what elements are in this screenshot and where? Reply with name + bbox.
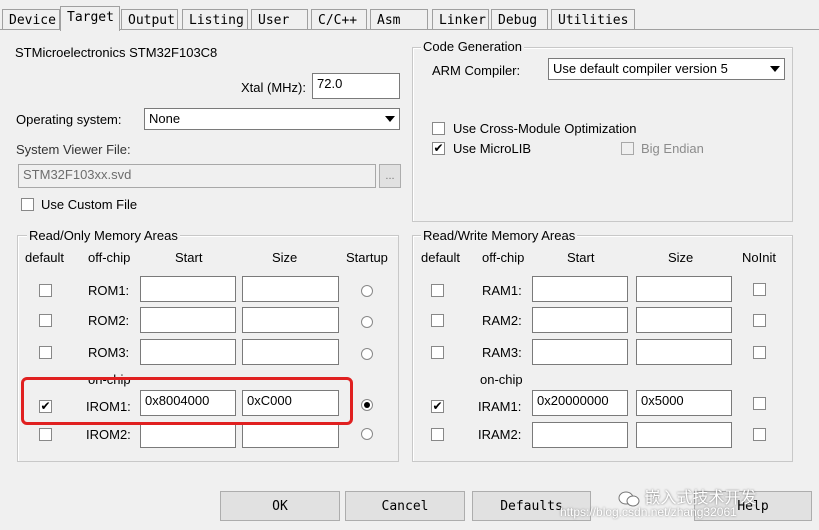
irom2-default-checkbox[interactable] bbox=[39, 428, 52, 441]
ram2-label: RAM2: bbox=[482, 313, 522, 328]
svd-label: System Viewer File: bbox=[16, 142, 131, 157]
watermark-url: https://blog.csdn.net/zhang32061 bbox=[560, 505, 737, 519]
rom3-start-input[interactable] bbox=[140, 339, 236, 365]
irom2-label: IROM2: bbox=[86, 427, 131, 442]
rw-header-offchip: off-chip bbox=[482, 250, 525, 265]
tab-target[interactable]: Target bbox=[60, 6, 120, 31]
arm-compiler-label: ARM Compiler: bbox=[432, 63, 521, 78]
microlib-checkbox[interactable]: ✔ bbox=[432, 142, 445, 155]
iram2-start-input[interactable] bbox=[532, 422, 628, 448]
rw-header-start: Start bbox=[567, 250, 595, 265]
rom1-label: ROM1: bbox=[88, 283, 130, 298]
iram2-default-checkbox[interactable] bbox=[431, 428, 444, 441]
cancel-button[interactable]: Cancel bbox=[345, 491, 465, 521]
os-value: None bbox=[149, 111, 181, 126]
rom3-size-input[interactable] bbox=[242, 339, 339, 365]
rom1-startup-radio[interactable] bbox=[361, 285, 373, 297]
cross-module-label: Use Cross-Module Optimization bbox=[453, 121, 637, 136]
xtal-label: Xtal (MHz): bbox=[241, 80, 306, 95]
rom2-label: ROM2: bbox=[88, 313, 130, 328]
tab-output[interactable]: Output bbox=[121, 9, 178, 30]
ram3-size-input[interactable] bbox=[636, 339, 732, 365]
iram2-size-input[interactable] bbox=[636, 422, 732, 448]
ram2-size-input[interactable] bbox=[636, 307, 732, 333]
iram1-label: IRAM1: bbox=[478, 399, 522, 414]
iram1-default-checkbox[interactable]: ✔ bbox=[431, 400, 444, 413]
irom2-start-input[interactable] bbox=[140, 422, 236, 448]
big-endian-label: Big Endian bbox=[641, 141, 704, 156]
rom3-label: ROM3: bbox=[88, 345, 130, 360]
ram3-label: RAM3: bbox=[482, 345, 522, 360]
tab-listing[interactable]: Listing bbox=[182, 9, 248, 30]
irom2-size-input[interactable] bbox=[242, 422, 339, 448]
iram2-label: IRAM2: bbox=[478, 427, 522, 442]
ram1-default-checkbox[interactable] bbox=[431, 284, 444, 297]
svd-browse-button[interactable]: ... bbox=[379, 164, 401, 188]
rw-memory-title: Read/Write Memory Areas bbox=[421, 228, 578, 243]
rom3-startup-radio[interactable] bbox=[361, 348, 373, 360]
code-generation-title: Code Generation bbox=[421, 39, 525, 54]
tab-debug[interactable]: Debug bbox=[491, 9, 548, 30]
tab-strip: Device Target Output Listing User C/C++ … bbox=[0, 6, 819, 31]
ro-header-offchip: off-chip bbox=[88, 250, 131, 265]
rom1-start-input[interactable] bbox=[140, 276, 236, 302]
tab-user[interactable]: User bbox=[251, 9, 308, 30]
ram1-size-input[interactable] bbox=[636, 276, 732, 302]
rw-header-default: default bbox=[421, 250, 461, 265]
rom3-default-checkbox[interactable] bbox=[39, 346, 52, 359]
ro-header-startup: Startup bbox=[346, 250, 388, 265]
iram1-noinit-checkbox[interactable] bbox=[753, 397, 766, 410]
os-label: Operating system: bbox=[16, 112, 122, 127]
rom2-startup-radio[interactable] bbox=[361, 316, 373, 328]
rw-header-noinit: NoInit bbox=[742, 250, 776, 265]
ro-memory-title: Read/Only Memory Areas bbox=[27, 228, 180, 243]
iram1-size-input[interactable]: 0x5000 bbox=[636, 390, 732, 416]
rom2-default-checkbox[interactable] bbox=[39, 314, 52, 327]
rom1-size-input[interactable] bbox=[242, 276, 339, 302]
ro-header-start: Start bbox=[175, 250, 203, 265]
ram3-noinit-checkbox[interactable] bbox=[753, 346, 766, 359]
tab-linker[interactable]: Linker bbox=[432, 9, 489, 30]
use-custom-file-checkbox[interactable] bbox=[21, 198, 34, 211]
big-endian-checkbox[interactable] bbox=[621, 142, 634, 155]
rw-onchip-label: on-chip bbox=[480, 372, 523, 387]
cross-module-checkbox[interactable] bbox=[432, 122, 445, 135]
tab-cpp[interactable]: C/C++ bbox=[311, 9, 367, 30]
ram2-start-input[interactable] bbox=[532, 307, 628, 333]
microlib-label: Use MicroLIB bbox=[453, 141, 532, 156]
ram3-start-input[interactable] bbox=[532, 339, 628, 365]
chevron-down-icon[interactable] bbox=[766, 60, 783, 78]
ram2-noinit-checkbox[interactable] bbox=[753, 314, 766, 327]
iram2-noinit-checkbox[interactable] bbox=[753, 428, 766, 441]
ram2-default-checkbox[interactable] bbox=[431, 314, 444, 327]
ro-header-size: Size bbox=[272, 250, 298, 265]
iram1-start-input[interactable]: 0x20000000 bbox=[532, 390, 628, 416]
tab-device[interactable]: Device bbox=[2, 9, 60, 30]
chevron-down-icon[interactable] bbox=[381, 110, 398, 128]
irom1-startup-radio[interactable] bbox=[361, 399, 373, 411]
ro-header-default: default bbox=[25, 250, 65, 265]
ram3-default-checkbox[interactable] bbox=[431, 346, 444, 359]
rom2-size-input[interactable] bbox=[242, 307, 339, 333]
device-name: STMicroelectronics STM32F103C8 bbox=[15, 45, 218, 60]
use-custom-file-label: Use Custom File bbox=[41, 197, 138, 212]
irom2-startup-radio[interactable] bbox=[361, 428, 373, 440]
ok-button[interactable]: OK bbox=[220, 491, 340, 521]
svd-input[interactable]: STM32F103xx.svd bbox=[18, 164, 376, 188]
ram1-label: RAM1: bbox=[482, 283, 522, 298]
ram1-start-input[interactable] bbox=[532, 276, 628, 302]
rw-header-size: Size bbox=[668, 250, 694, 265]
arm-compiler-select[interactable]: Use default compiler version 5 bbox=[548, 58, 785, 80]
tab-asm[interactable]: Asm bbox=[370, 9, 428, 30]
os-select[interactable]: None bbox=[144, 108, 400, 130]
ram1-noinit-checkbox[interactable] bbox=[753, 283, 766, 296]
arm-compiler-value: Use default compiler version 5 bbox=[553, 61, 728, 76]
rom1-default-checkbox[interactable] bbox=[39, 284, 52, 297]
rom2-start-input[interactable] bbox=[140, 307, 236, 333]
xtal-input[interactable]: 72.0 bbox=[312, 73, 400, 99]
irom1-highlight-box bbox=[21, 377, 353, 425]
tab-utilities[interactable]: Utilities bbox=[551, 9, 635, 30]
